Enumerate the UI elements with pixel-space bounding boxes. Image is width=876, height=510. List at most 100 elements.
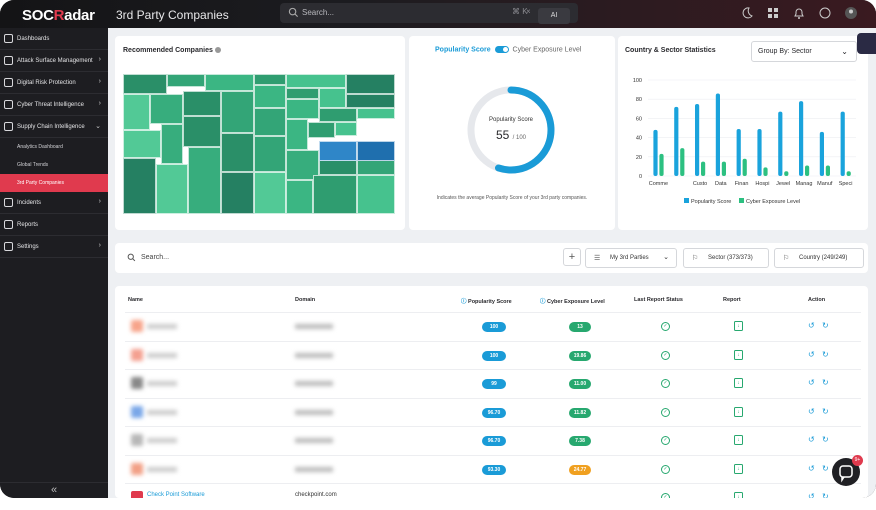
treemap-tile[interactable] [318,88,347,108]
sidebar-item-settings[interactable]: Settings › [0,236,108,258]
treemap-tile[interactable] [253,107,287,136]
my-3rd-parties-filter[interactable]: ☰ My 3rd Parties ⌄ [585,248,677,268]
table-row[interactable]: 96.70 7.38 ✓ ↓ ↺ ↻ [125,426,861,454]
bell-icon[interactable] [792,6,806,20]
table-row[interactable]: 96.70 11.82 ✓ ↓ ↺ ↻ [125,397,861,426]
socradar-logo[interactable]: SOCRadar [22,7,95,24]
table-row[interactable]: 100 13 ✓ ↓ ↺ ↻ [125,312,861,340]
toggle-switch[interactable] [494,46,509,53]
company-name-link[interactable]: Check Point Software [147,492,205,498]
history-icon[interactable]: ↺ [808,407,815,416]
score-toggle[interactable]: Popularity Score Cyber Exposure Level [435,46,581,53]
refresh-icon[interactable]: ↻ [822,492,829,498]
treemap-tile[interactable] [182,116,221,147]
avatar[interactable] [844,6,858,20]
treemap-tile[interactable] [286,180,314,214]
refresh-icon[interactable]: ↻ [822,378,829,387]
treemap-tile[interactable] [123,130,162,158]
report-download-icon[interactable]: ↓ [734,463,743,474]
treemap-tile[interactable] [204,74,254,91]
treemap-tile[interactable] [220,90,254,133]
close-icon[interactable]: × [526,7,531,16]
treemap-tile[interactable] [188,146,221,214]
treemap-tile[interactable] [166,74,205,87]
treemap-tile[interactable] [286,74,347,88]
sidebar-item-supply-chain[interactable]: Supply Chain Intelligence ⌄ [0,116,108,138]
treemap-tile[interactable] [253,135,287,172]
treemap-tile[interactable] [155,163,189,214]
sidebar-item-threat-intel[interactable]: Cyber Threat Intelligence › [0,94,108,116]
col-header-action[interactable]: Action [808,297,825,303]
treemap-tile[interactable] [123,74,167,94]
table-search-input[interactable]: Search... [141,254,169,261]
toggle-popularity-label[interactable]: Popularity Score [435,46,491,53]
treemap-tile[interactable] [356,174,395,214]
treemap-tile[interactable] [150,93,183,125]
treemap-tile[interactable] [313,174,357,214]
col-header-exposure[interactable]: ⓘ Cyber Exposure Level [540,297,605,305]
treemap-tile[interactable] [346,93,395,108]
sidebar-subitem-global-trends[interactable]: Global Trends [0,156,108,174]
refresh-icon[interactable]: ↻ [822,407,829,416]
history-icon[interactable]: ↺ [808,378,815,387]
report-download-icon[interactable]: ↓ [734,435,743,445]
refresh-icon[interactable]: ↻ [822,350,829,359]
treemap-tile[interactable] [182,90,221,116]
treemap-tile[interactable] [346,74,395,94]
table-row[interactable]: 100 19.86 ✓ ↓ ↺ ↻ [125,340,861,369]
history-icon[interactable]: ↺ [808,321,815,330]
treemap-tile[interactable] [123,93,151,130]
history-icon[interactable]: ↺ [808,435,815,444]
treemap-tile[interactable] [307,121,336,139]
report-download-icon[interactable]: ↓ [734,492,743,498]
treemap-tile-highlight[interactable] [318,141,357,161]
treemap-tile[interactable] [161,124,183,164]
treemap-tile[interactable] [123,158,156,214]
col-header-report[interactable]: Report [723,297,741,303]
group-by-select[interactable]: Group By: Sector ⌄ [751,41,857,62]
history-icon[interactable]: ↺ [808,464,815,473]
moon-icon[interactable] [740,6,754,20]
treemap-tile-highlight[interactable] [356,141,395,161]
col-header-name[interactable]: Name [128,297,143,303]
treemap-tile[interactable] [220,172,254,214]
treemap-tile[interactable] [335,121,357,136]
col-header-domain[interactable]: Domain [295,297,315,303]
refresh-icon[interactable]: ↻ [822,435,829,444]
table-row[interactable]: 93.30 24.77 ✓ ↓ ↺ ↻ [125,454,861,483]
grid-icon[interactable] [766,6,780,20]
sidebar-item-attack-surface[interactable]: Attack Surface Management › [0,50,108,72]
treemap-tile[interactable] [318,107,357,122]
treemap-tile[interactable] [253,172,287,214]
sidebar-item-dashboards[interactable]: Dashboards [0,28,108,50]
sidebar-item-reports[interactable]: Reports [0,214,108,236]
sidebar-item-digital-risk[interactable]: Digital Risk Protection › [0,72,108,94]
chat-button[interactable]: 9+ [832,455,863,486]
col-header-last-report[interactable]: Last Report Status [634,297,683,303]
treemap-tile[interactable] [253,74,287,86]
report-download-icon[interactable]: ↓ [734,378,743,388]
treemap-tile[interactable] [253,85,287,108]
report-download-icon[interactable]: ↓ [734,406,743,417]
treemap-tile[interactable] [286,118,308,150]
sidebar-item-incidents[interactable]: Incidents › [0,192,108,214]
add-button[interactable]: + [563,248,581,266]
sidebar-subitem-3rd-party[interactable]: 3rd Party Companies [0,174,108,192]
global-search-input[interactable]: Search... ⌘ K × AI [280,3,578,24]
treemap-tile[interactable] [286,88,319,100]
history-icon[interactable]: ↺ [808,492,815,498]
info-icon[interactable] [214,47,221,54]
history-icon[interactable]: ↺ [808,350,815,359]
country-filter[interactable]: ⚐ Country (249/249) [774,248,864,268]
sector-filter[interactable]: ⚐ Sector (373/373) [683,248,769,268]
help-icon[interactable] [818,6,832,20]
sidebar-subitem-analytics[interactable]: Analytics Dashboard [0,138,108,156]
report-download-icon[interactable]: ↓ [734,349,743,360]
refresh-icon[interactable]: ↻ [822,464,829,473]
treemap-tile[interactable] [356,107,395,119]
treemap-tile[interactable] [220,132,254,172]
toggle-exposure-label[interactable]: Cyber Exposure Level [513,46,582,53]
treemap-tile[interactable] [286,99,319,119]
sidebar-collapse-button[interactable]: « [0,482,108,498]
treemap-chart[interactable] [123,74,395,214]
